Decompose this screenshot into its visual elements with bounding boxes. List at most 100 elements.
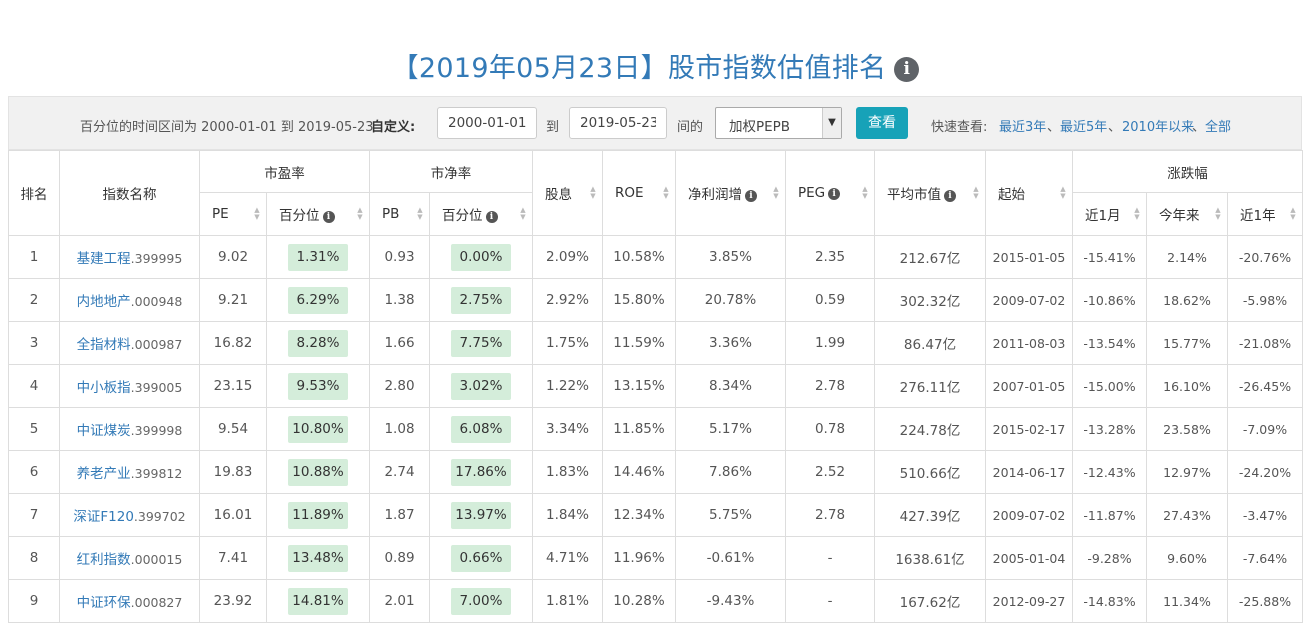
rank-cell: 7 (8, 493, 60, 537)
sort-icon: ▲ ▼ (417, 206, 423, 221)
rank-cell: 5 (8, 407, 60, 451)
avg-cap-cell: 427.39亿 (874, 493, 986, 537)
pb-cell: 2.80 (369, 364, 430, 408)
quick-link-all[interactable]: 全部 (1205, 116, 1231, 135)
index-name-link[interactable]: 中小板指 (77, 380, 131, 396)
header-profit-growth[interactable]: 净利润增 i ▲ ▼ (675, 150, 786, 236)
index-name-cell: 基建工程.399995 (59, 235, 200, 279)
header-pe-percentile[interactable]: 百分位 i ▲ ▼ (266, 192, 370, 236)
dividend-cell: 2.09% (532, 235, 603, 279)
index-code: .000827 (130, 595, 183, 610)
header-pe[interactable]: PE ▲ ▼ (199, 192, 267, 236)
index-code: .399005 (130, 380, 183, 395)
header-1m[interactable]: 近1月 ▲ ▼ (1072, 192, 1147, 236)
pe-percentile-badge: 9.53% (288, 372, 348, 400)
info-icon[interactable]: i (485, 211, 498, 223)
header-avg-cap[interactable]: 平均市值 i ▲ ▼ (874, 150, 986, 236)
percentile-range-text: 百分位的时间区间为 2000-01-01 到 2019-05-23 (80, 120, 374, 135)
quick-link-5y[interactable]: 最近5年 (1060, 116, 1107, 135)
pe-cell: 16.01 (199, 493, 267, 537)
roe-cell: 12.34% (602, 493, 676, 537)
pb-cell: 0.89 (369, 536, 430, 580)
info-icon[interactable]: i (944, 190, 956, 202)
pe-cell: 7.41 (199, 536, 267, 580)
index-name-cell: 中小板指.399005 (59, 364, 200, 408)
index-name-link[interactable]: 中证煤炭 (77, 423, 131, 439)
pb-percentile-cell: 13.97% (429, 493, 533, 537)
pe-percentile-cell: 14.81% (266, 579, 370, 623)
start-date-cell: 2012-09-27 (985, 579, 1073, 623)
peg-cell: 0.78 (785, 407, 875, 451)
index-name-link[interactable]: 养老产业 (77, 466, 131, 482)
header-dividend[interactable]: 股息 ▲ ▼ (532, 150, 603, 236)
change-ytd-cell: 15.77% (1146, 321, 1228, 365)
sort-icon: ▲ ▼ (663, 185, 669, 200)
sort-icon: ▲ ▼ (254, 206, 260, 221)
index-name-link[interactable]: 基建工程 (77, 251, 131, 267)
page-title: 【2019年05月23日】股市指数估值排名 i (0, 46, 1311, 85)
index-name-link[interactable]: 全指材料 (77, 337, 131, 353)
quick-link-3y[interactable]: 最近3年 (999, 116, 1046, 135)
header-ytd[interactable]: 今年来 ▲ ▼ (1146, 192, 1228, 236)
separator: 、 (1192, 120, 1206, 135)
dividend-cell: 1.83% (532, 450, 603, 494)
quick-link-since-2010[interactable]: 2010年以来 (1122, 116, 1194, 135)
change-1m-cell: -15.00% (1072, 364, 1147, 408)
info-icon[interactable]: i (745, 190, 757, 202)
header-peg[interactable]: PEG i ▲ ▼ (785, 150, 875, 236)
header-pb[interactable]: PB ▲ ▼ (369, 192, 430, 236)
avg-cap-cell: 86.47亿 (874, 321, 986, 365)
info-icon[interactable]: i (322, 211, 335, 223)
roe-cell: 11.59% (602, 321, 676, 365)
pb-cell: 0.93 (369, 235, 430, 279)
roe-cell: 10.58% (602, 235, 676, 279)
profit-growth-cell: 5.75% (675, 493, 786, 537)
chevron-down-icon: ▼ (822, 108, 841, 138)
header-1y[interactable]: 近1年 ▲ ▼ (1227, 192, 1303, 236)
start-date-cell: 2009-07-02 (985, 493, 1073, 537)
start-date-cell: 2009-07-02 (985, 278, 1073, 322)
method-select[interactable]: 加权PEPB ▼ (715, 107, 842, 139)
table-row: 4 中小板指.399005 23.15 9.53% 2.80 3.02% 1.22% 13.1… (8, 364, 1303, 408)
pe-percentile-cell: 11.89% (266, 493, 370, 537)
rank-cell: 6 (8, 450, 60, 494)
pe-percentile-cell: 1.31% (266, 235, 370, 279)
query-button[interactable]: 查看 (856, 107, 908, 139)
start-date-cell: 2014-06-17 (985, 450, 1073, 494)
info-icon[interactable]: i (894, 57, 920, 83)
separator: 、 (1108, 120, 1122, 135)
start-date-cell: 2015-02-17 (985, 407, 1073, 451)
table-row: 5 中证煤炭.399998 9.54 10.80% 1.08 6.08% 3.34% 11.8… (8, 407, 1303, 451)
table-row: 9 中证环保.000827 23.92 14.81% 2.01 7.00% 1.81% 10.… (8, 579, 1303, 623)
change-1y-cell: -21.08% (1227, 321, 1303, 365)
pb-percentile-badge: 0.00% (451, 243, 511, 271)
start-date-input[interactable] (437, 107, 537, 139)
header-roe[interactable]: ROE ▲ ▼ (602, 150, 676, 236)
profit-growth-cell: 20.78% (675, 278, 786, 322)
start-date-cell: 2005-01-04 (985, 536, 1073, 580)
table-row: 6 养老产业.399812 19.83 10.88% 2.74 17.86% 1.83% 14… (8, 450, 1303, 494)
pe-percentile-badge: 8.28% (288, 329, 348, 357)
change-1y-cell: -20.76% (1227, 235, 1303, 279)
header-start[interactable]: 起始 ▲ ▼ (985, 150, 1073, 236)
pb-percentile-badge: 7.00% (451, 587, 511, 615)
index-name-link[interactable]: 红利指数 (77, 552, 131, 568)
change-1y-cell: -7.09% (1227, 407, 1303, 451)
index-code: .000948 (130, 294, 183, 309)
index-name-link[interactable]: 内地地产 (77, 294, 131, 310)
index-name-link[interactable]: 深证F120 (73, 509, 134, 525)
change-1m-cell: -12.43% (1072, 450, 1147, 494)
end-date-input[interactable] (569, 107, 667, 139)
pb-percentile-badge: 13.97% (451, 501, 511, 529)
index-code: .399702 (133, 509, 186, 524)
header-pb-percentile[interactable]: 百分位 i ▲ ▼ (429, 192, 533, 236)
profit-growth-cell: 5.17% (675, 407, 786, 451)
custom-label: 自定义: (371, 120, 416, 135)
dividend-cell: 3.34% (532, 407, 603, 451)
change-1y-cell: -25.88% (1227, 579, 1303, 623)
profit-growth-cell: -9.43% (675, 579, 786, 623)
index-name-link[interactable]: 中证环保 (77, 595, 131, 611)
change-1m-cell: -13.28% (1072, 407, 1147, 451)
info-icon[interactable]: i (828, 188, 841, 200)
pe-percentile-badge: 11.89% (288, 501, 348, 529)
